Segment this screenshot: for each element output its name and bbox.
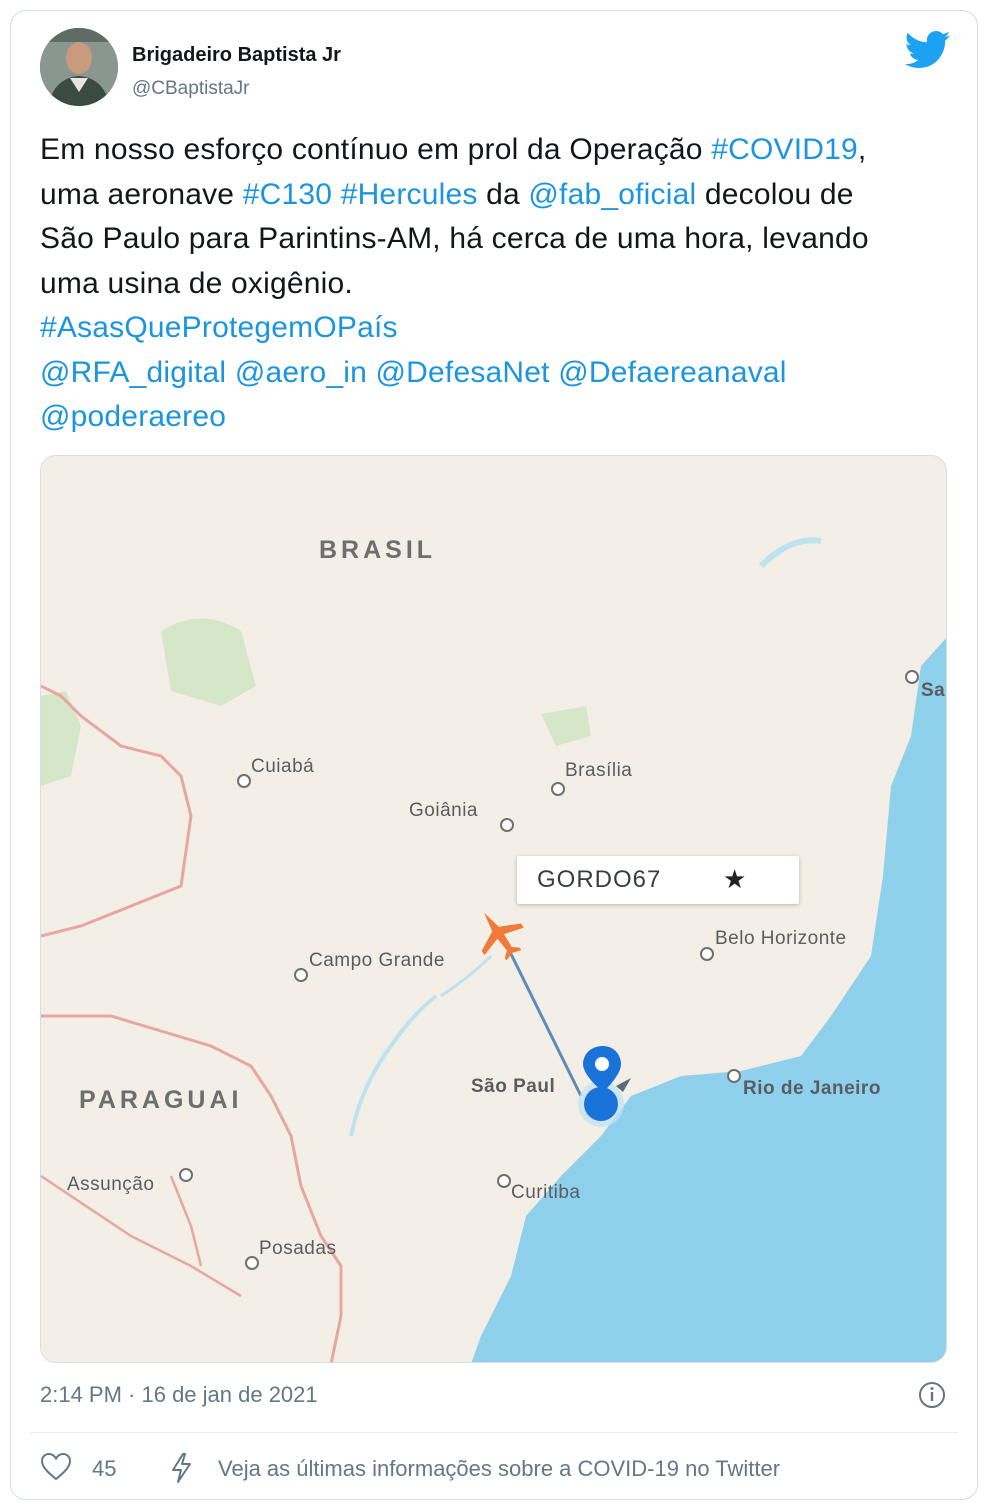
tweet-timestamp[interactable]: 2:14 PM · 16 de jan de 2021 (40, 1382, 318, 1408)
hashtag-hercules[interactable]: #Hercules (341, 178, 478, 211)
city-label-rio-de-janeiro: Rio de Janeiro (743, 1078, 881, 1099)
mention-poderaereo[interactable]: @poderaereo (40, 400, 226, 433)
country-label-paraguai: PARAGUAI (79, 1086, 243, 1114)
flight-callout[interactable]: GORDO67 ★ (517, 856, 799, 904)
covid-info-link[interactable]: Veja as últimas informações sobre a COVI… (218, 1456, 780, 1482)
mention-defesanet[interactable]: @DefesaNet (376, 356, 550, 389)
city-marker (245, 1256, 259, 1270)
hashtag-covid19[interactable]: #COVID19 (711, 133, 858, 166)
mention-aero-in[interactable]: @aero_in (235, 356, 367, 389)
user-handle[interactable]: @CBaptistaJr (132, 78, 250, 100)
tweet-text: Em nosso esforço contínuo em prol da Ope… (40, 128, 960, 440)
mention-rfa-digital[interactable]: @RFA_digital (40, 356, 226, 389)
city-marker (179, 1168, 193, 1182)
map-background (41, 456, 946, 1362)
city-label-partial: Sa (921, 680, 946, 701)
tweet-line-3: São Paulo para Parintins-AM, há cerca de… (40, 222, 869, 255)
city-label-assuncao: Assunção (67, 1174, 155, 1195)
divider (30, 1432, 958, 1433)
city-marker (497, 1174, 511, 1188)
like-count[interactable]: 45 (92, 1456, 116, 1482)
city-label-sao-paulo: São Paul (471, 1076, 556, 1097)
country-label-brasil: BRASIL (319, 536, 437, 564)
map-image[interactable]: BRASIL PARAGUAI Cuiabá Brasília Goiânia … (40, 455, 947, 1363)
avatar[interactable] (40, 28, 118, 106)
tweet-line-2: uma aeronave (40, 177, 243, 211)
city-label-posadas: Posadas (259, 1238, 337, 1259)
hashtag-c130[interactable]: #C130 (243, 178, 332, 211)
city-marker (237, 774, 251, 788)
city-marker (500, 818, 514, 832)
twitter-bird-icon[interactable] (905, 30, 951, 70)
city-marker (700, 947, 714, 961)
city-label-belo-horizonte: Belo Horizonte (715, 928, 847, 949)
city-label-campo-grande: Campo Grande (309, 950, 445, 971)
mention-fab-oficial[interactable]: @fab_oficial (528, 178, 696, 211)
mention-defaereanaval[interactable]: @Defaereanaval (558, 356, 786, 389)
bolt-icon (172, 1453, 191, 1483)
star-icon[interactable]: ★ (723, 864, 746, 895)
tweet-line-1: Em nosso esforço contínuo em prol da Ope… (40, 133, 712, 166)
city-label-cuiaba: Cuiabá (251, 756, 315, 777)
city-marker (905, 670, 919, 684)
city-marker (294, 968, 308, 982)
tweet-line-4: uma usina de oxigênio. (40, 266, 353, 300)
heart-icon[interactable] (40, 1452, 72, 1482)
hashtag-asas[interactable]: #AsasQueProtegemOPaís (40, 311, 398, 344)
city-marker (727, 1069, 741, 1083)
city-label-curitiba: Curitiba (511, 1182, 581, 1203)
user-name[interactable]: Brigadeiro Baptista Jr (132, 44, 341, 67)
flight-callsign: GORDO67 (537, 866, 662, 893)
city-marker (551, 782, 565, 796)
city-label-brasilia: Brasília (565, 760, 633, 781)
city-label-goiania: Goiânia (409, 800, 478, 821)
info-icon[interactable] (917, 1380, 947, 1410)
